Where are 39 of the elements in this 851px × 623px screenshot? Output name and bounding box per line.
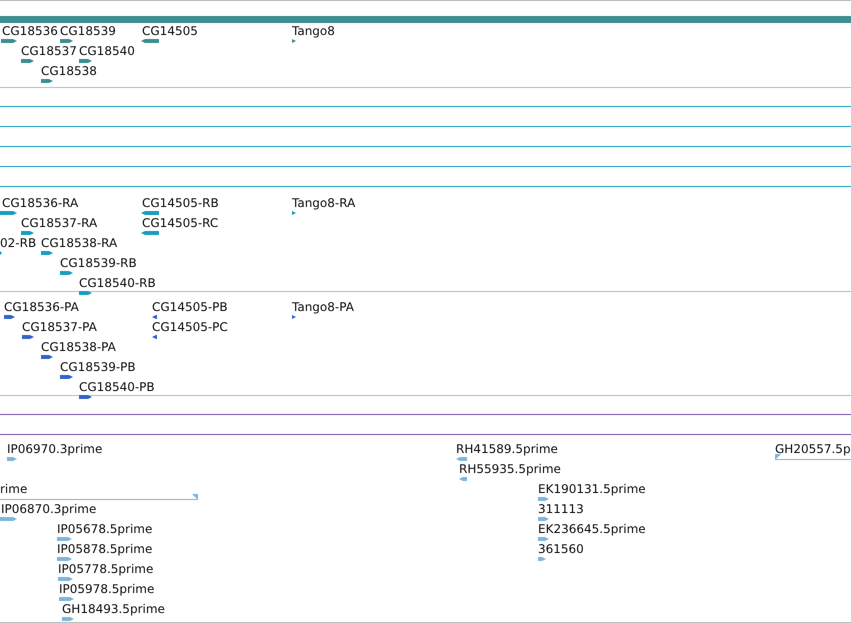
feature-label[interactable]: CG18538-RA [41, 236, 118, 250]
feature-label[interactable]: CG18539 [60, 24, 116, 38]
feature-label[interactable]: Tango8-PA [292, 300, 354, 314]
feature-label[interactable]: IP05878.5prime [57, 542, 152, 556]
feature-label[interactable]: CG14505-PC [152, 320, 228, 334]
feature-label[interactable]: CG18536-RA [2, 196, 78, 210]
feature-label[interactable]: Tango8 [292, 24, 335, 38]
feature-label[interactable]: 02-RB [0, 236, 36, 250]
feature-label[interactable]: 361560 [538, 542, 584, 556]
feature-label[interactable]: EK190131.5prime [538, 482, 646, 496]
feature-label[interactable]: CG18537 [21, 44, 77, 58]
feature-label[interactable]: CG18536-PA [4, 300, 79, 314]
feature-label[interactable]: RH55935.5prime [459, 462, 561, 476]
feature-label[interactable]: CG14505-RB [142, 196, 219, 210]
feature-label[interactable]: GH20557.5p [775, 442, 851, 456]
feature-label[interactable]: CG14505-PB [152, 300, 228, 314]
feature-label[interactable]: CG18539-PB [60, 360, 136, 374]
feature-label[interactable]: CG18537-RA [21, 216, 98, 230]
feature-label[interactable]: IP05978.5prime [59, 582, 154, 596]
feature-label[interactable]: CG18537-PA [22, 320, 97, 334]
feature-label[interactable]: IP06970.3prime [7, 442, 102, 456]
feature-label[interactable]: CG18540-PB [79, 380, 155, 394]
feature-label[interactable]: CG18539-RB [60, 256, 137, 270]
feature-label[interactable]: CG18536 [2, 24, 58, 38]
feature-label[interactable]: IP05678.5prime [57, 522, 152, 536]
feature-label[interactable]: RH41589.5prime [456, 442, 558, 456]
feature-label[interactable]: EK236645.5prime [538, 522, 646, 536]
feature-label[interactable]: CG14505-RC [142, 216, 218, 230]
feature-label[interactable]: IP06870.3prime [1, 502, 96, 516]
feature-label[interactable]: 311113 [538, 502, 584, 516]
feature-label[interactable]: rime [0, 482, 28, 496]
feature-label[interactable]: IP05778.5prime [58, 562, 154, 576]
feature-label[interactable]: Tango8-RA [292, 196, 356, 210]
feature-label[interactable]: CG18538-PA [41, 340, 116, 354]
feature-label[interactable]: CG18538 [41, 64, 97, 78]
feature-label[interactable]: GH18493.5prime [62, 602, 165, 616]
feature-label[interactable]: CG18540 [79, 44, 135, 58]
feature-label[interactable]: CG14505 [142, 24, 198, 38]
feature-label[interactable]: CG18540-RB [79, 276, 156, 290]
